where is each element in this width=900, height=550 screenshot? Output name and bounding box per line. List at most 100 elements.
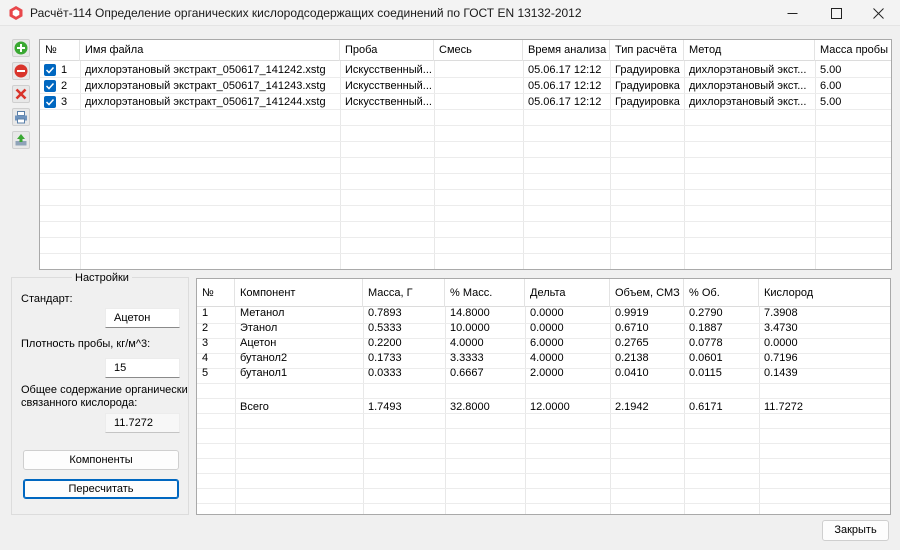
col-calc-type[interactable]: Тип расчёта bbox=[610, 40, 684, 61]
cell-mass: 0.5333 bbox=[368, 322, 402, 334]
remove-icon bbox=[14, 64, 28, 78]
cell-mass: 0.2200 bbox=[368, 337, 402, 349]
total-row[interactable]: Всего 1.7493 32.8000 12.0000 2.1942 0.61… bbox=[197, 399, 890, 415]
cell-delta: 12.0000 bbox=[530, 401, 570, 413]
cell-oxygen: 0.7196 bbox=[764, 352, 798, 364]
files-table-header: № Имя файла Проба Смесь Время анализа Ти… bbox=[40, 40, 891, 61]
cell-delta: 4.0000 bbox=[530, 352, 564, 364]
file-mix bbox=[434, 78, 523, 94]
cell-volume-percent: 0.0115 bbox=[689, 367, 722, 379]
col-mix[interactable]: Смесь bbox=[434, 40, 523, 61]
cell-delta: 0.0000 bbox=[530, 307, 564, 319]
col-mass-percent[interactable]: % Масс. bbox=[445, 279, 525, 307]
maximize-button[interactable] bbox=[814, 0, 858, 26]
file-row[interactable]: 1 дихлорэтановый экстракт_050617_141242.… bbox=[40, 62, 891, 78]
component-row[interactable]: 4 бутанол2 0.1733 3.3333 4.0000 0.2138 0… bbox=[197, 350, 890, 366]
col-mass-g[interactable]: Масса, Г bbox=[363, 279, 445, 307]
cell-mass-percent: 0.6667 bbox=[450, 367, 484, 379]
cell-num: 5 bbox=[202, 367, 209, 379]
file-time: 05.06.17 12:12 bbox=[528, 96, 602, 108]
check-icon bbox=[45, 66, 55, 74]
file-calc-type: Градуировка bbox=[615, 80, 680, 92]
cell-component: бутанол1 bbox=[240, 367, 288, 379]
row-number: 2 bbox=[61, 80, 68, 92]
cell-num: 1 bbox=[202, 307, 209, 319]
component-row[interactable]: 5 бутанол1 0.0333 0.6667 2.0000 0.0410 0… bbox=[197, 365, 890, 381]
cell-component: бутанол2 bbox=[240, 352, 288, 364]
file-sample: Искусственный... bbox=[345, 64, 432, 76]
close-window-button[interactable] bbox=[856, 0, 900, 26]
cell-oxygen: 0.0000 bbox=[764, 337, 798, 349]
minimize-button[interactable] bbox=[770, 0, 814, 26]
file-name: дихлорэтановый экстракт_050617_141243.xs… bbox=[85, 80, 326, 92]
col-volume-percent[interactable]: % Об. bbox=[684, 279, 759, 307]
cell-mass: 0.0333 bbox=[368, 367, 402, 379]
col-num[interactable]: № bbox=[40, 40, 80, 61]
close-button[interactable]: Закрыть bbox=[822, 520, 889, 541]
col-sample-mass[interactable]: Масса пробы bbox=[815, 40, 891, 61]
cell-mass: 0.7893 bbox=[368, 307, 402, 319]
row-number: 1 bbox=[61, 64, 68, 76]
cell-mass: 0.1733 bbox=[368, 352, 402, 364]
check-icon bbox=[45, 98, 55, 106]
file-row[interactable]: 2 дихлорэтановый экстракт_050617_141243.… bbox=[40, 78, 891, 94]
cell-component: Ацетон bbox=[240, 337, 277, 349]
file-checkbox[interactable] bbox=[44, 64, 56, 76]
col-method[interactable]: Метод bbox=[684, 40, 815, 61]
export-button[interactable] bbox=[12, 131, 30, 149]
component-row[interactable]: 2 Этанол 0.5333 10.0000 0.0000 0.6710 0.… bbox=[197, 320, 890, 336]
components-table-header: № Компонент Масса, Г % Масс. Дельта Объе… bbox=[197, 279, 890, 307]
close-icon bbox=[872, 7, 884, 19]
add-file-button[interactable] bbox=[12, 39, 30, 57]
density-field[interactable]: 15 bbox=[105, 358, 180, 378]
cell-volume: 0.2138 bbox=[615, 352, 649, 364]
file-time: 05.06.17 12:12 bbox=[528, 64, 602, 76]
maximize-icon bbox=[830, 7, 842, 19]
delete-icon bbox=[15, 88, 27, 100]
cell-num: 2 bbox=[202, 322, 209, 334]
col-volume[interactable]: Объем, СМЗ bbox=[610, 279, 684, 307]
file-mix bbox=[434, 62, 523, 78]
file-calc-type: Градуировка bbox=[615, 64, 680, 76]
file-method: дихлорэтановый экст... bbox=[689, 64, 807, 76]
file-method: дихлорэтановый экст... bbox=[689, 80, 807, 92]
components-button[interactable]: Компоненты bbox=[23, 450, 179, 470]
col-sample[interactable]: Проба bbox=[340, 40, 434, 61]
file-checkbox[interactable] bbox=[44, 96, 56, 108]
app-logo-icon bbox=[9, 6, 23, 20]
title-bar: Расчёт-114 Определение органических кисл… bbox=[0, 0, 900, 26]
file-checkbox[interactable] bbox=[44, 80, 56, 92]
cell-mass-percent: 14.8000 bbox=[450, 307, 490, 319]
file-time: 05.06.17 12:12 bbox=[528, 80, 602, 92]
cell-volume-percent: 0.2790 bbox=[689, 307, 723, 319]
recalculate-button[interactable]: Пересчитать bbox=[23, 479, 179, 499]
minimize-icon bbox=[787, 12, 797, 14]
col-comp-num[interactable]: № bbox=[197, 279, 235, 307]
oxygen-label-line2: связанного кислорода: bbox=[21, 397, 138, 409]
col-component[interactable]: Компонент bbox=[235, 279, 363, 307]
delete-button[interactable] bbox=[12, 85, 30, 103]
file-mass: 5.00 bbox=[820, 96, 842, 108]
components-table[interactable]: № Компонент Масса, Г % Масс. Дельта Объе… bbox=[196, 278, 891, 515]
export-icon bbox=[15, 134, 27, 146]
cell-mass-percent: 32.8000 bbox=[450, 401, 490, 413]
print-button[interactable] bbox=[12, 108, 30, 126]
standard-field[interactable]: Ацетон bbox=[105, 308, 180, 328]
col-analysis-time[interactable]: Время анализа bbox=[523, 40, 610, 61]
cell-volume-percent: 0.0601 bbox=[689, 352, 723, 364]
col-filename[interactable]: Имя файла bbox=[80, 40, 340, 61]
component-row[interactable]: 3 Ацетон 0.2200 4.0000 6.0000 0.2765 0.0… bbox=[197, 335, 890, 351]
component-row[interactable]: 1 Метанол 0.7893 14.8000 0.0000 0.9919 0… bbox=[197, 305, 890, 321]
col-delta[interactable]: Дельта bbox=[525, 279, 610, 307]
file-name: дихлорэтановый экстракт_050617_141242.xs… bbox=[85, 64, 326, 76]
file-mix bbox=[434, 94, 523, 110]
oxygen-total-field: 11.7272 bbox=[105, 413, 180, 433]
files-table[interactable]: № Имя файла Проба Смесь Время анализа Ти… bbox=[39, 39, 892, 270]
file-row[interactable]: 3 дихлорэтановый экстракт_050617_141244.… bbox=[40, 94, 891, 110]
cell-volume-percent: 0.0778 bbox=[689, 337, 723, 349]
remove-file-button[interactable] bbox=[12, 62, 30, 80]
cell-oxygen: 11.7272 bbox=[764, 401, 803, 413]
cell-delta: 0.0000 bbox=[530, 322, 564, 334]
col-oxygen[interactable]: Кислород bbox=[759, 279, 890, 307]
file-sample: Искусственный... bbox=[345, 80, 432, 92]
